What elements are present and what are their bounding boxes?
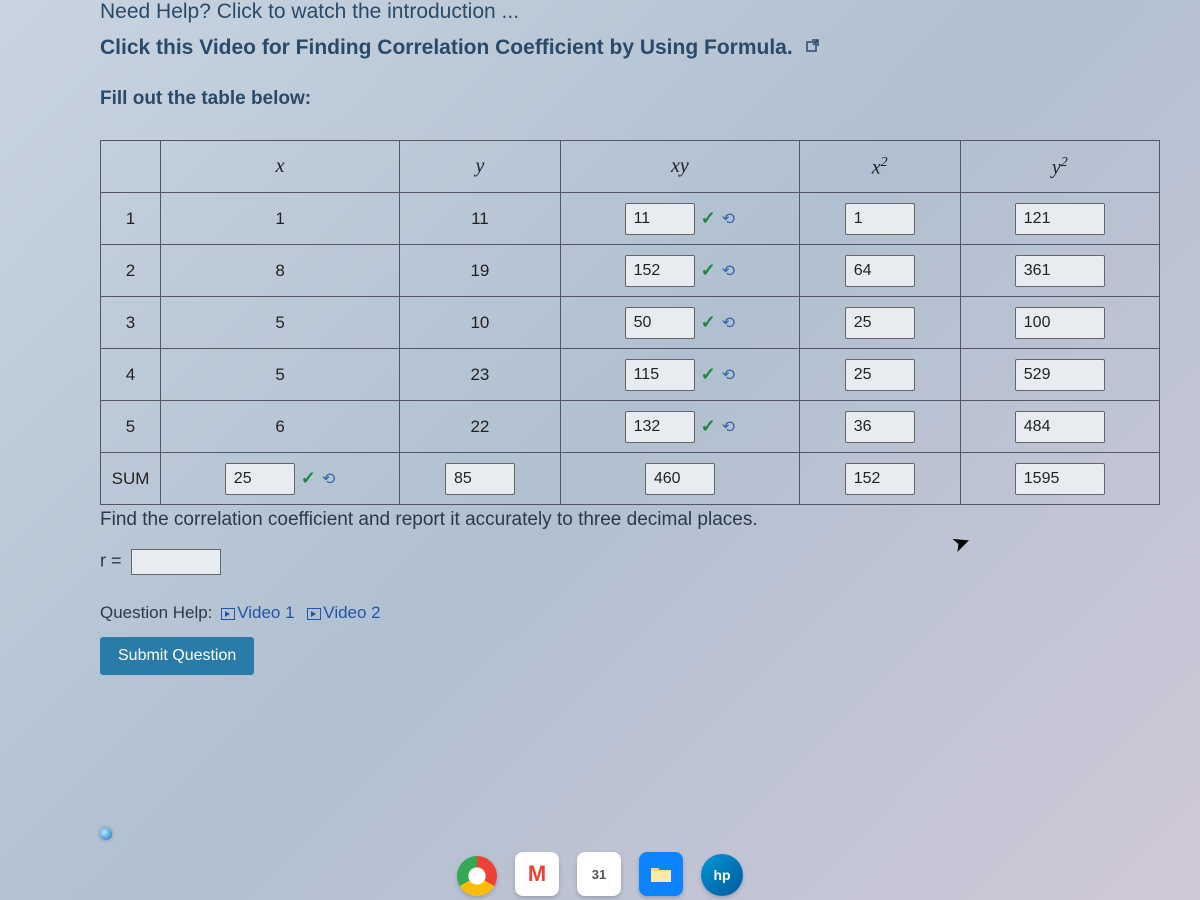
retry-icon[interactable]: ⟲ <box>722 313 735 333</box>
x2-input[interactable] <box>845 359 915 391</box>
retry-icon[interactable]: ⟲ <box>722 417 735 437</box>
taskbar: M 31 hp <box>0 840 1200 900</box>
sum-label: SUM <box>101 453 161 505</box>
cell-y: 23 <box>400 349 561 401</box>
video-link-text: Click this Video for Finding Correlation… <box>100 36 793 59</box>
r-equals-row: r = <box>100 549 1160 575</box>
check-icon: ✓ <box>701 208 716 229</box>
xy-input[interactable] <box>625 255 695 287</box>
row-num: 5 <box>101 401 161 453</box>
y2-input[interactable] <box>1015 359 1105 391</box>
check-icon: ✓ <box>701 312 716 333</box>
row-num: 2 <box>101 245 161 297</box>
xy-input[interactable] <box>625 203 695 235</box>
sum-y2-input[interactable] <box>1015 463 1105 495</box>
cell-x: 1 <box>161 193 400 245</box>
cell-x: 5 <box>161 349 400 401</box>
sum-x-input[interactable] <box>225 463 295 495</box>
blue-dot-icon <box>100 828 112 840</box>
sum-x2-input[interactable] <box>845 463 915 495</box>
cell-y: 11 <box>400 193 561 245</box>
check-icon: ✓ <box>701 416 716 437</box>
y2-input[interactable] <box>1015 307 1105 339</box>
cell-y: 22 <box>400 401 561 453</box>
cell-y: 10 <box>400 297 561 349</box>
data-table: x y xy x2 y2 1 1 11 ✓ ⟲ 2 <box>100 140 1160 505</box>
table-row: 3 5 10 ✓ ⟲ <box>101 297 1160 349</box>
row-num: 3 <box>101 297 161 349</box>
r-label: r = <box>100 551 122 571</box>
cell-y: 19 <box>400 245 561 297</box>
need-help-text: Need Help? Click to watch the introducti… <box>100 0 1160 24</box>
cell-x: 5 <box>161 297 400 349</box>
play-icon <box>221 608 235 620</box>
y2-input[interactable] <box>1015 255 1105 287</box>
x2-input[interactable] <box>845 411 915 443</box>
xy-input[interactable] <box>625 411 695 443</box>
x2-input[interactable] <box>845 255 915 287</box>
y2-input[interactable] <box>1015 203 1105 235</box>
col-xy: xy <box>560 141 799 193</box>
check-icon: ✓ <box>301 468 316 489</box>
x2-input[interactable] <box>845 203 915 235</box>
popout-icon <box>805 36 821 60</box>
video-link[interactable]: Click this Video for Finding Correlation… <box>100 36 1160 60</box>
table-row-sum: SUM ✓ ⟲ <box>101 453 1160 505</box>
question-help: Question Help: Video 1 Video 2 <box>100 603 1160 623</box>
table-row: 4 5 23 ✓ ⟲ <box>101 349 1160 401</box>
sum-y-input[interactable] <box>445 463 515 495</box>
question-help-label: Question Help: <box>100 603 212 622</box>
xy-input[interactable] <box>625 359 695 391</box>
col-x: x <box>161 141 400 193</box>
table-row: 2 8 19 ✓ ⟲ <box>101 245 1160 297</box>
calendar-icon[interactable]: 31 <box>577 852 621 896</box>
video1-link[interactable]: Video 1 <box>221 603 294 622</box>
retry-icon[interactable]: ⟲ <box>722 365 735 385</box>
instruction-text: Find the correlation coefficient and rep… <box>100 509 1160 531</box>
submit-question-button[interactable]: Submit Question <box>100 637 254 675</box>
col-y2: y2 <box>960 141 1159 193</box>
video2-link[interactable]: Video 2 <box>307 603 380 622</box>
row-num: 1 <box>101 193 161 245</box>
sum-xy-input[interactable] <box>645 463 715 495</box>
cell-x: 6 <box>161 401 400 453</box>
table-row: 1 1 11 ✓ ⟲ <box>101 193 1160 245</box>
check-icon: ✓ <box>701 260 716 281</box>
retry-icon[interactable]: ⟲ <box>322 469 335 489</box>
cell-x: 8 <box>161 245 400 297</box>
table-row: 5 6 22 ✓ ⟲ <box>101 401 1160 453</box>
fill-table-label: Fill out the table below: <box>100 88 1160 110</box>
retry-icon[interactable]: ⟲ <box>722 209 735 229</box>
x2-input[interactable] <box>845 307 915 339</box>
check-icon: ✓ <box>701 364 716 385</box>
row-num: 4 <box>101 349 161 401</box>
r-input[interactable] <box>131 549 221 575</box>
hp-icon[interactable]: hp <box>701 854 743 896</box>
chrome-icon[interactable] <box>457 856 497 896</box>
gmail-icon[interactable]: M <box>515 852 559 896</box>
xy-input[interactable] <box>625 307 695 339</box>
col-blank <box>101 141 161 193</box>
file-explorer-icon[interactable] <box>639 852 683 896</box>
play-icon <box>307 608 321 620</box>
retry-icon[interactable]: ⟲ <box>722 261 735 281</box>
y2-input[interactable] <box>1015 411 1105 443</box>
col-x2: x2 <box>799 141 960 193</box>
col-y: y <box>400 141 561 193</box>
